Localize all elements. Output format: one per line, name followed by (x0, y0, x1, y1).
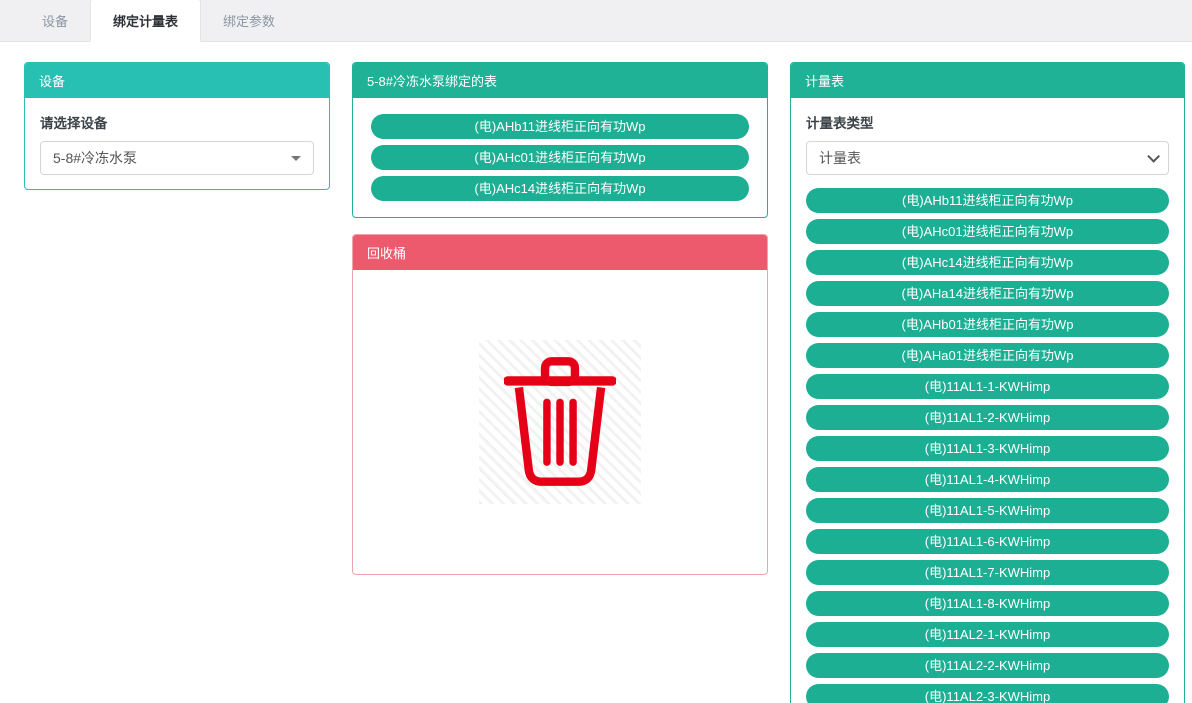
meter-pill[interactable]: (电)AHa14进线柜正向有功Wp (806, 281, 1169, 306)
meter-pill[interactable]: (电)11AL2-3-KWHimp (806, 684, 1169, 703)
tab-bar: 设备 绑定计量表 绑定参数 (0, 0, 1192, 42)
bound-meter-pill[interactable]: (电)AHc14进线柜正向有功Wp (371, 176, 749, 201)
hatch-placeholder (479, 340, 641, 504)
bound-meters-list: (电)AHb11进线柜正向有功Wp (电)AHc01进线柜正向有功Wp (电)AHc… (371, 114, 749, 201)
meter-pill[interactable]: (电)11AL1-5-KWHimp (806, 498, 1169, 523)
device-select-label: 请选择设备 (40, 116, 108, 131)
meter-pill[interactable]: (电)11AL1-4-KWHimp (806, 467, 1169, 492)
meter-pill[interactable]: (电)11AL2-2-KWHimp (806, 653, 1169, 678)
meter-pill[interactable]: (电)AHc14进线柜正向有功Wp (806, 250, 1169, 275)
tab-bind-params[interactable]: 绑定参数 (201, 0, 297, 41)
meter-list: (电)AHb11进线柜正向有功Wp (电)AHc01进线柜正向有功Wp (电)AHc… (806, 188, 1169, 703)
tab-bind-meter[interactable]: 绑定计量表 (90, 0, 202, 42)
trash-icon (504, 357, 616, 486)
device-select-value: 5-8#冷冻水泵 (53, 150, 138, 166)
chevron-down-icon (1147, 149, 1160, 163)
meter-pill[interactable]: (电)AHa01进线柜正向有功Wp (806, 343, 1169, 368)
meter-pill[interactable]: (电)AHc01进线柜正向有功Wp (806, 219, 1169, 244)
meter-pill[interactable]: (电)11AL1-6-KWHimp (806, 529, 1169, 554)
meter-panel-title: 计量表 (791, 63, 1184, 98)
bound-meters-panel: 5-8#冷冻水泵绑定的表 (电)AHb11进线柜正向有功Wp (电)AHc01进线… (352, 62, 768, 218)
meter-pill[interactable]: (电)11AL1-1-KWHimp (806, 374, 1169, 399)
meter-type-label: 计量表类型 (806, 116, 874, 131)
bound-meter-pill[interactable]: (电)AHb11进线柜正向有功Wp (371, 114, 749, 139)
bound-meters-title: 5-8#冷冻水泵绑定的表 (353, 63, 767, 98)
meter-pill[interactable]: (电)11AL1-3-KWHimp (806, 436, 1169, 461)
meter-pill[interactable]: (电)AHb01进线柜正向有功Wp (806, 312, 1169, 337)
device-select[interactable]: 5-8#冷冻水泵 (40, 141, 314, 175)
meter-type-select[interactable]: 计量表 (806, 141, 1169, 175)
caret-down-icon (291, 155, 301, 161)
main-content: 设备 请选择设备 5-8#冷冻水泵 5-8#冷冻水泵绑定的表 (电)AHb11进… (0, 42, 1192, 703)
meter-pill[interactable]: (电)AHb11进线柜正向有功Wp (806, 188, 1169, 213)
meter-pill[interactable]: (电)11AL1-2-KWHimp (806, 405, 1169, 430)
meter-type-value: 计量表 (819, 150, 861, 166)
device-panel-title: 设备 (25, 63, 329, 98)
tab-device[interactable]: 设备 (20, 0, 90, 41)
meter-pill[interactable]: (电)11AL1-8-KWHimp (806, 591, 1169, 616)
meter-pill[interactable]: (电)11AL2-1-KWHimp (806, 622, 1169, 647)
recycle-bin-panel: 回收桶 (352, 234, 768, 575)
bound-meter-pill[interactable]: (电)AHc01进线柜正向有功Wp (371, 145, 749, 170)
recycle-bin-title: 回收桶 (353, 235, 767, 270)
recycle-drop-zone[interactable] (353, 270, 767, 574)
device-panel: 设备 请选择设备 5-8#冷冻水泵 (24, 62, 330, 190)
meter-pill[interactable]: (电)11AL1-7-KWHimp (806, 560, 1169, 585)
meter-panel: 计量表 计量表类型 计量表 (电)AHb11进线柜正向有功Wp (电)AHc01进… (790, 62, 1185, 703)
